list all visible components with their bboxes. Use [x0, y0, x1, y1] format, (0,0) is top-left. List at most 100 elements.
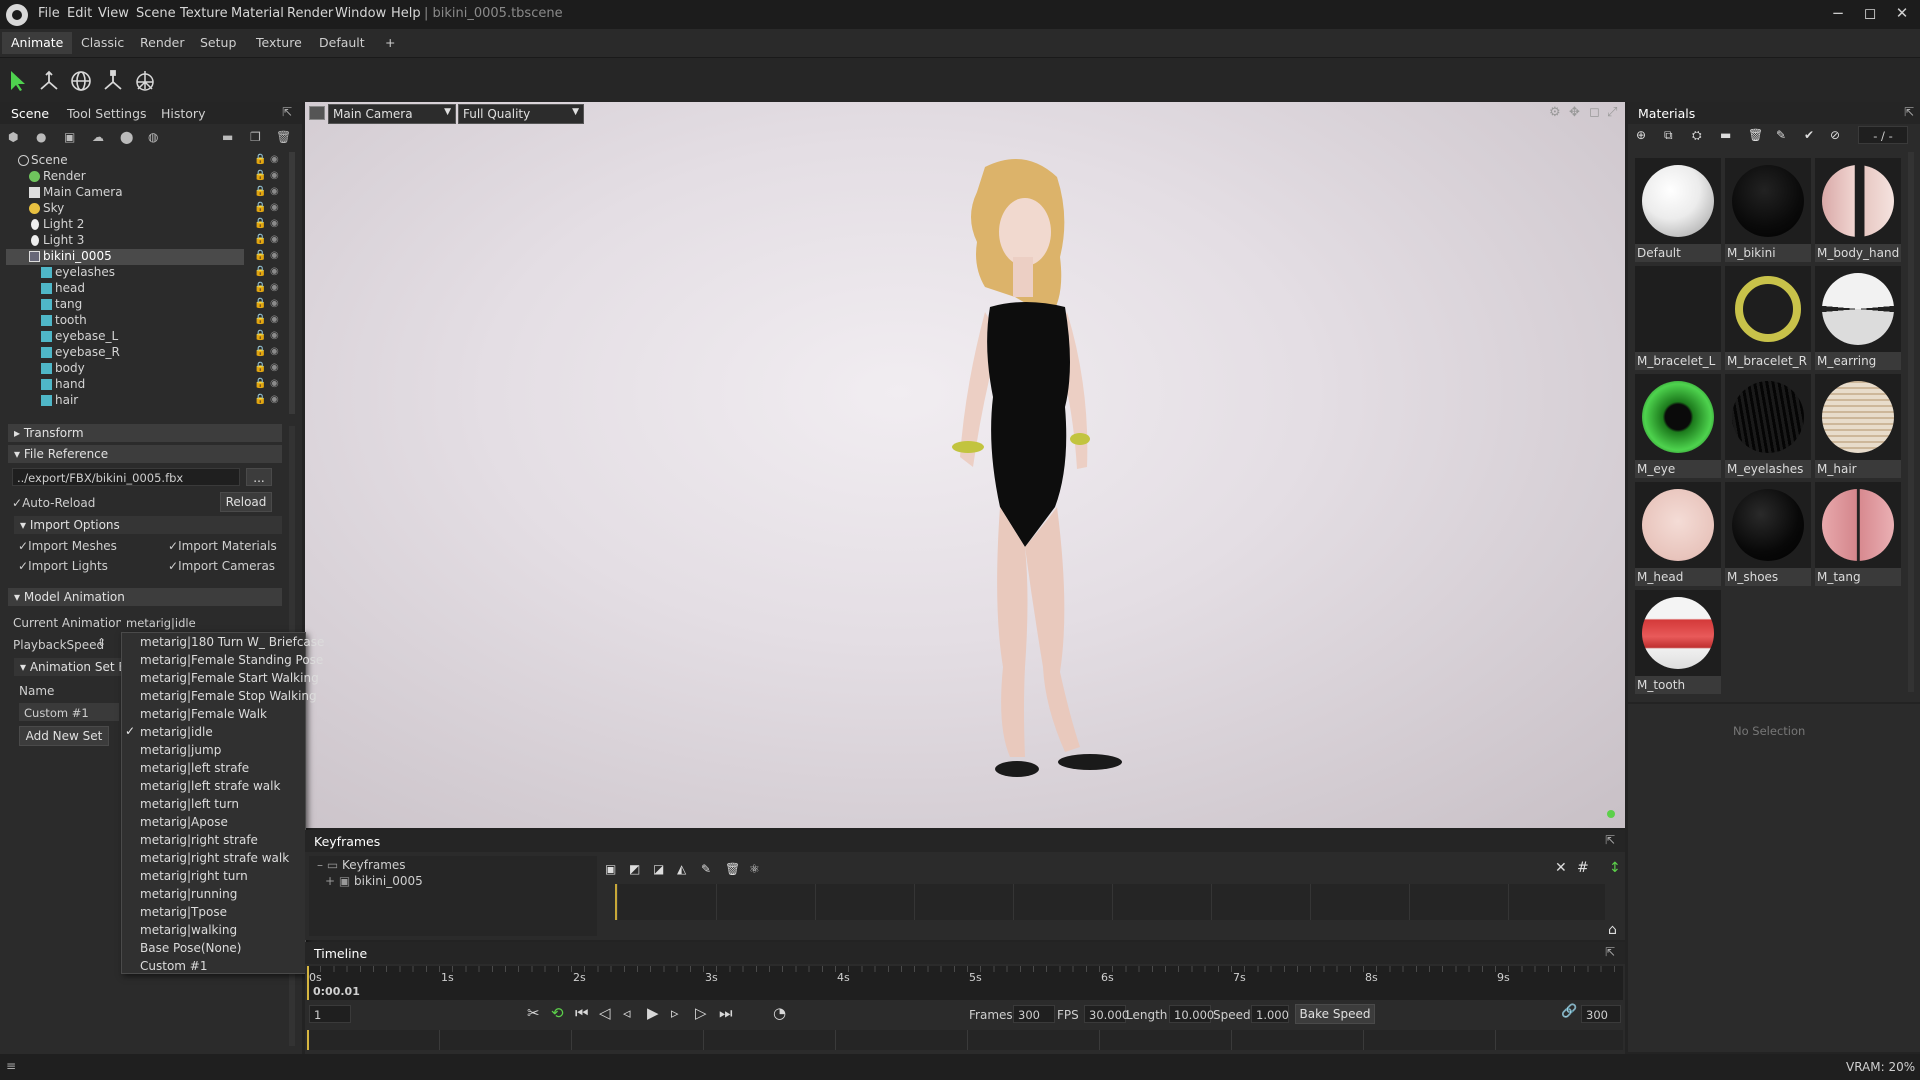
loop-icon[interactable]: ⟲ — [551, 1004, 564, 1022]
lock-icon[interactable]: 🔒 — [254, 282, 266, 293]
tree-item[interactable]: – ▭ Keyframes — [317, 858, 406, 872]
visibility-icon[interactable]: ◉ — [270, 266, 279, 277]
dropdown-item[interactable]: metarig|right strafe — [140, 833, 258, 851]
visibility-icon[interactable]: ◉ — [270, 170, 279, 181]
material-tile[interactable]: M_eye — [1635, 374, 1721, 478]
frame-icon[interactable]: ◻ — [1589, 105, 1600, 120]
dropdown-item[interactable]: Custom #1 — [140, 959, 207, 977]
tree-item[interactable]: eyebase_L 🔒 ◉ — [6, 329, 288, 345]
current-animation-select[interactable]: metarig|idle — [121, 613, 279, 631]
log-icon[interactable]: ≡ — [6, 1059, 16, 1073]
timeline-range-bar[interactable] — [307, 1030, 1623, 1050]
tab-tool-settings[interactable]: Tool Settings — [67, 106, 147, 121]
material-tile[interactable]: M_shoes — [1725, 482, 1811, 586]
undock-icon[interactable]: ⇱ — [282, 105, 292, 119]
menu-render[interactable]: Render — [287, 6, 333, 21]
import-cameras-checkbox[interactable]: ✓Import Cameras — [168, 559, 275, 573]
tab-render[interactable]: Render — [131, 32, 194, 54]
visibility-icon[interactable]: ◉ — [270, 346, 279, 357]
tree-item[interactable]: hair 🔒 ◉ — [6, 393, 288, 409]
dropdown-item[interactable]: metarig|jump — [140, 743, 221, 761]
frames-field[interactable]: 300 — [1013, 1005, 1055, 1023]
visibility-icon[interactable]: ◉ — [270, 314, 279, 325]
lock-icon[interactable]: 🔒 — [254, 170, 266, 181]
dropdown-item[interactable]: metarig|running — [140, 887, 237, 905]
visibility-icon[interactable]: ◉ — [270, 362, 279, 373]
material-tile[interactable]: Default — [1635, 158, 1721, 262]
minimize-button[interactable]: − — [1824, 4, 1852, 24]
folder-icon[interactable]: ▬ — [222, 130, 233, 144]
material-counter[interactable]: - / - — [1858, 126, 1908, 144]
lock-icon[interactable]: 🔒 — [254, 298, 266, 309]
spinner-icon[interactable]: ⇕ — [97, 636, 106, 649]
menu-help[interactable]: Help — [391, 6, 421, 21]
visibility-icon[interactable]: ◉ — [270, 154, 279, 165]
keyframe-track[interactable] — [615, 884, 1605, 920]
delete-icon[interactable]: 🗑 — [1748, 128, 1763, 142]
key-frame-icon[interactable]: ▣ — [605, 862, 616, 876]
time-ruler[interactable]: 0s 1s 2s 3s 4s 5s 6s 7s 8s 9s 0:00.01 — [307, 966, 1623, 1000]
tree-item[interactable]: Light 2 🔒 ◉ — [6, 217, 288, 233]
smooth-icon[interactable]: ◪ — [653, 862, 664, 876]
link-icon[interactable]: 🔗 — [1561, 1004, 1577, 1019]
menu-file[interactable]: File — [38, 6, 60, 21]
speed-field[interactable]: 1.000 — [1251, 1005, 1289, 1023]
speed-icon[interactable]: ◔ — [773, 1004, 786, 1022]
select-tool-icon[interactable] — [4, 68, 30, 94]
dropdown-item[interactable]: Base Pose(None) — [140, 941, 242, 959]
tab-setup[interactable]: Setup — [191, 32, 245, 54]
tree-item[interactable]: tooth 🔒 ◉ — [6, 313, 288, 329]
lock-icon[interactable]: 🔒 — [254, 314, 266, 325]
length-field[interactable]: 10.000 — [1169, 1005, 1214, 1023]
tab-animate[interactable]: Animate — [2, 32, 73, 54]
menu-scene[interactable]: Scene — [136, 6, 176, 21]
folder-icon[interactable]: ▬ — [1720, 128, 1731, 142]
visibility-icon[interactable]: ◉ — [270, 282, 279, 293]
transform-tool-icon[interactable] — [132, 68, 158, 94]
quality-select[interactable]: Full Quality ▼ — [458, 104, 584, 124]
visibility-icon[interactable]: ◉ — [270, 218, 279, 229]
fullscreen-icon[interactable]: ⤢ — [1607, 105, 1617, 120]
range-start-marker[interactable] — [307, 1030, 309, 1050]
maximize-button[interactable]: ◻ — [1856, 4, 1884, 24]
add-mesh-icon[interactable]: ⬢ — [8, 130, 18, 144]
visibility-icon[interactable]: ◉ — [270, 250, 279, 261]
menu-window[interactable]: Window — [335, 6, 386, 21]
prev-key-icon[interactable]: ◁ — [599, 1004, 611, 1022]
playhead[interactable] — [307, 966, 309, 1000]
linear-icon[interactable]: ◩ — [629, 862, 640, 876]
dropdown-item-selected[interactable]: metarig|idle — [140, 725, 213, 743]
add-sky-icon[interactable]: ☁ — [92, 130, 104, 144]
lock-icon[interactable]: 🔒 — [254, 250, 266, 261]
lock-icon[interactable]: 🔒 — [254, 330, 266, 341]
play-icon[interactable]: ▶ — [647, 1004, 659, 1022]
tree-item[interactable]: Render 🔒 ◉ — [6, 169, 288, 185]
dropdown-item[interactable]: metarig|Tpose — [140, 905, 227, 923]
menu-view[interactable]: View — [98, 6, 129, 21]
lock-icon[interactable]: 🔒 — [254, 362, 266, 373]
pan-icon[interactable]: ✥ — [1569, 105, 1580, 120]
lock-icon[interactable]: 🔒 — [254, 378, 266, 389]
import-options-section[interactable]: ▾ Import Options — [14, 516, 282, 534]
dropdown-item[interactable]: metarig|Female Standing Pose — [140, 653, 323, 671]
fit-icon[interactable]: ✕ — [1555, 860, 1567, 876]
picker-icon[interactable]: ✎ — [1776, 128, 1786, 142]
tangent-icon[interactable]: ✎ — [701, 862, 711, 876]
add-material-icon[interactable]: ⊕ — [1636, 128, 1646, 142]
lock-icon[interactable]: 🔒 — [254, 266, 266, 277]
vertical-fit-icon[interactable]: ↕ — [1609, 860, 1621, 876]
link-icon[interactable]: ⊘ — [1830, 128, 1840, 142]
menu-edit[interactable]: Edit — [67, 6, 92, 21]
lock-icon[interactable]: 🔒 — [254, 202, 266, 213]
tree-item-selected[interactable]: bikini_0005 — [6, 249, 244, 265]
merge-material-icon[interactable]: ⛭ — [1692, 128, 1702, 143]
add-light-icon[interactable]: ● — [36, 130, 46, 144]
dropdown-item[interactable]: metarig|Female Stop Walking — [140, 689, 317, 707]
dropdown-item[interactable]: metarig|walking — [140, 923, 237, 941]
duplicate-material-icon[interactable]: ⧉ — [1664, 128, 1673, 143]
dropdown-item[interactable]: metarig|180 Turn W_ Briefcase — [140, 635, 324, 653]
undock-icon[interactable]: ⇱ — [1605, 945, 1615, 959]
materials-scrollbar[interactable] — [1908, 152, 1914, 692]
tree-item[interactable]: eyelashes 🔒 ◉ — [6, 265, 288, 281]
skip-start-icon[interactable]: ⏮ — [575, 1004, 589, 1022]
